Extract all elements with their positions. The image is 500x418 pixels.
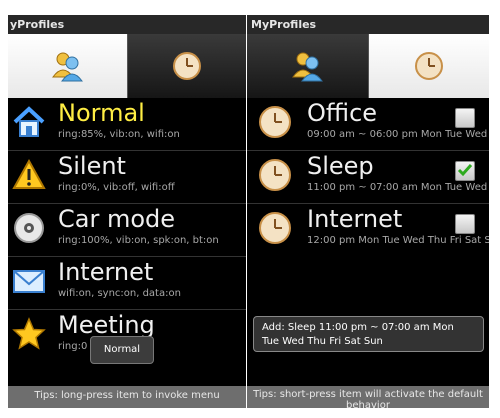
profile-name: Internet xyxy=(58,258,154,286)
home-icon xyxy=(13,106,45,137)
profile-details: ring:0 xyxy=(58,341,88,352)
profile-name: Silent xyxy=(58,152,126,180)
schedule-checkbox[interactable] xyxy=(455,161,475,181)
info-popup: Add: Sleep 11:00 pm ~ 07:00 am Mon Tue W… xyxy=(253,316,484,352)
profiles-screen-left: yProfiles Normal ring:85%, vib:on, wifi:… xyxy=(8,15,246,408)
schedule-checkbox[interactable] xyxy=(455,108,475,128)
app-title: MyProfiles xyxy=(251,18,317,31)
schedule-item-office[interactable]: Office 09:00 am ~ 06:00 pm Mon Tue Wed xyxy=(247,98,489,151)
schedule-name: Sleep xyxy=(307,152,374,180)
profiles-people-icon xyxy=(52,52,84,82)
tab-schedules[interactable] xyxy=(368,34,489,98)
schedule-item-sleep[interactable]: Sleep 11:00 pm ~ 07:00 am Mon Tue Wed xyxy=(247,151,489,204)
title-bar: yProfiles xyxy=(8,15,246,34)
tab-profiles[interactable] xyxy=(8,34,127,98)
profile-name: Car mode xyxy=(58,205,176,233)
profile-item-car-mode[interactable]: Car mode ring:100%, vib:on, spk:on, bt:o… xyxy=(8,204,246,257)
warning-icon xyxy=(12,158,46,189)
profile-details: ring:0%, vib:off, wifi:off xyxy=(58,182,175,193)
title-bar: MyProfiles xyxy=(247,15,489,34)
star-icon xyxy=(12,317,46,350)
profile-details: ring:100%, vib:on, spk:on, bt:on xyxy=(58,235,219,246)
schedule-name: Office xyxy=(307,99,378,127)
popup-line-2: Tue Wed Thu Fri Sat Sun xyxy=(262,336,383,347)
clock-icon xyxy=(259,159,291,191)
envelope-icon xyxy=(13,270,45,293)
clock-icon xyxy=(414,52,443,80)
tips-bar: Tips: short-press item will activate the… xyxy=(247,386,489,408)
tab-bar xyxy=(247,34,489,98)
tips-line-1: Tips: short-press item will activate the… xyxy=(253,389,483,400)
toast-message: Normal xyxy=(90,336,154,364)
schedule-details: 11:00 pm ~ 07:00 am Mon Tue Wed xyxy=(307,182,488,193)
clock-icon xyxy=(172,52,201,80)
schedule-details: 12:00 pm Mon Tue Wed Thu Fri Sat S xyxy=(307,235,489,246)
popup-line-1: Add: Sleep 11:00 pm ~ 07:00 am Mon xyxy=(262,322,454,333)
clock-icon xyxy=(259,106,291,138)
clock-icon xyxy=(259,212,291,244)
tab-profiles[interactable] xyxy=(247,34,369,98)
profiles-people-icon xyxy=(292,52,324,82)
profile-details: ring:85%, vib:on, wifi:on xyxy=(58,129,180,140)
tips-bar: Tips: long-press item to invoke menu xyxy=(8,386,246,408)
schedule-checkbox[interactable] xyxy=(455,214,475,234)
app-title: yProfiles xyxy=(10,18,65,31)
schedule-item-internet[interactable]: Internet 12:00 pm Mon Tue Wed Thu Fri Sa… xyxy=(247,204,489,257)
profile-name: Normal xyxy=(58,99,145,127)
checkmark-icon xyxy=(457,164,473,177)
tab-schedules[interactable] xyxy=(126,34,246,98)
profile-details: wifi:on, sync:on, data:on xyxy=(58,288,181,299)
profiles-screen-right: MyProfiles Office 09:00 am ~ 06:00 pm Mo… xyxy=(247,15,489,408)
schedule-name: Internet xyxy=(307,205,403,233)
tips-line-2: behavior xyxy=(346,400,390,408)
disc-icon xyxy=(14,213,44,243)
schedule-details: 09:00 am ~ 06:00 pm Mon Tue Wed xyxy=(307,129,488,140)
profile-item-normal[interactable]: Normal ring:85%, vib:on, wifi:on xyxy=(8,98,246,151)
profile-item-silent[interactable]: Silent ring:0%, vib:off, wifi:off xyxy=(8,151,246,204)
tab-bar xyxy=(8,34,246,98)
profile-item-internet[interactable]: Internet wifi:on, sync:on, data:on xyxy=(8,257,246,310)
